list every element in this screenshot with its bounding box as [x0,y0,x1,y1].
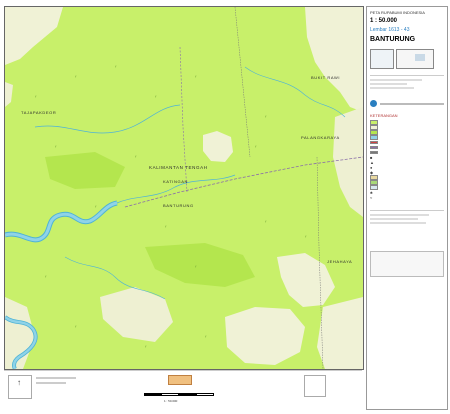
north-arrow-icon: ↑ [17,378,21,387]
place-tajapakdeor: TAJAPAKDEOR [21,110,57,115]
scale-label: 1 : 50.000 [370,18,398,24]
scale-segment [195,393,214,396]
point-icon: ◆ [370,169,374,175]
series-title: PETA RUPABUMI INDONESIA [370,10,425,15]
tree-icon: ♣ [370,189,373,195]
place-palangkaraya: PALANGKARAYA [301,135,340,140]
overview-map [396,49,434,69]
index-maps [370,49,444,69]
school-icon: ● [370,164,373,170]
footer-note [36,382,66,384]
scale-bar [144,393,214,396]
agency-text [380,102,444,105]
clearing-bottom-right [317,297,363,369]
place-kalimantan-tengah: KALIMANTAN TENGAH [149,165,208,170]
info-line [370,79,422,81]
footer-note [36,377,76,379]
declination-diagram [304,375,326,397]
marsh-icon: ≈ [370,194,373,200]
legend-swatch [370,146,378,149]
legend-swatch-orange [168,375,192,385]
vegetation-area [5,7,363,369]
building-icon: ■ [370,154,373,160]
sheet-number: Lembar 1613 - 43 [370,27,410,33]
location-diagram [370,49,394,69]
note-line [370,222,426,224]
legend-swatch [370,141,378,144]
agency-block [370,100,444,107]
map-frame[interactable]: ᵥᵥᵥ ᵥᵥᵥ ᵥᵥᵥ ᵥᵥᵥ ᵥᵥᵥ ᵥᵥᵥ BUKIT RAWI PALAN… [4,6,364,370]
note-line [370,214,430,216]
notes-block [370,210,444,241]
legend-list: ■ ▲ ● ◆ ♣ ≈ [370,120,444,200]
map-canvas[interactable]: ᵥᵥᵥ ᵥᵥᵥ ᵥᵥᵥ ᵥᵥᵥ ᵥᵥᵥ ᵥᵥᵥ [5,7,363,369]
agency-logo [370,100,377,107]
sheet-info-block [370,75,444,96]
legend-swatch [370,135,378,140]
info-line [370,83,407,85]
scale-segment [144,393,161,396]
info-line [370,87,415,89]
north-arrow-diagram: ↑ [8,375,32,399]
overview-shape [415,54,425,61]
scale-segment [179,393,196,396]
scale-segment [160,393,179,396]
legend-heading: KETERANGAN [370,113,398,118]
legend-swatch [370,151,378,154]
sheet-name: BANTURUNG [370,36,416,43]
mosque-icon: ▲ [370,159,374,165]
scale-bar-label: 1 : 50.000 [164,399,178,403]
map-footer: ↑ 1 : 50.000 [4,370,362,409]
place-bukit-rawi: BUKIT RAWI [311,75,341,80]
place-jehahaya: JEHAHAYA [327,259,353,264]
place-banturung: BANTURUNG [163,203,194,208]
legend-item: ≈ [370,195,444,200]
place-katingan: KATINGAN [163,179,188,184]
sheet-index-grid [370,251,444,277]
map-info-panel: PETA RUPABUMI INDONESIA 1 : 50.000 Lemba… [366,6,448,410]
note-line [370,218,419,220]
